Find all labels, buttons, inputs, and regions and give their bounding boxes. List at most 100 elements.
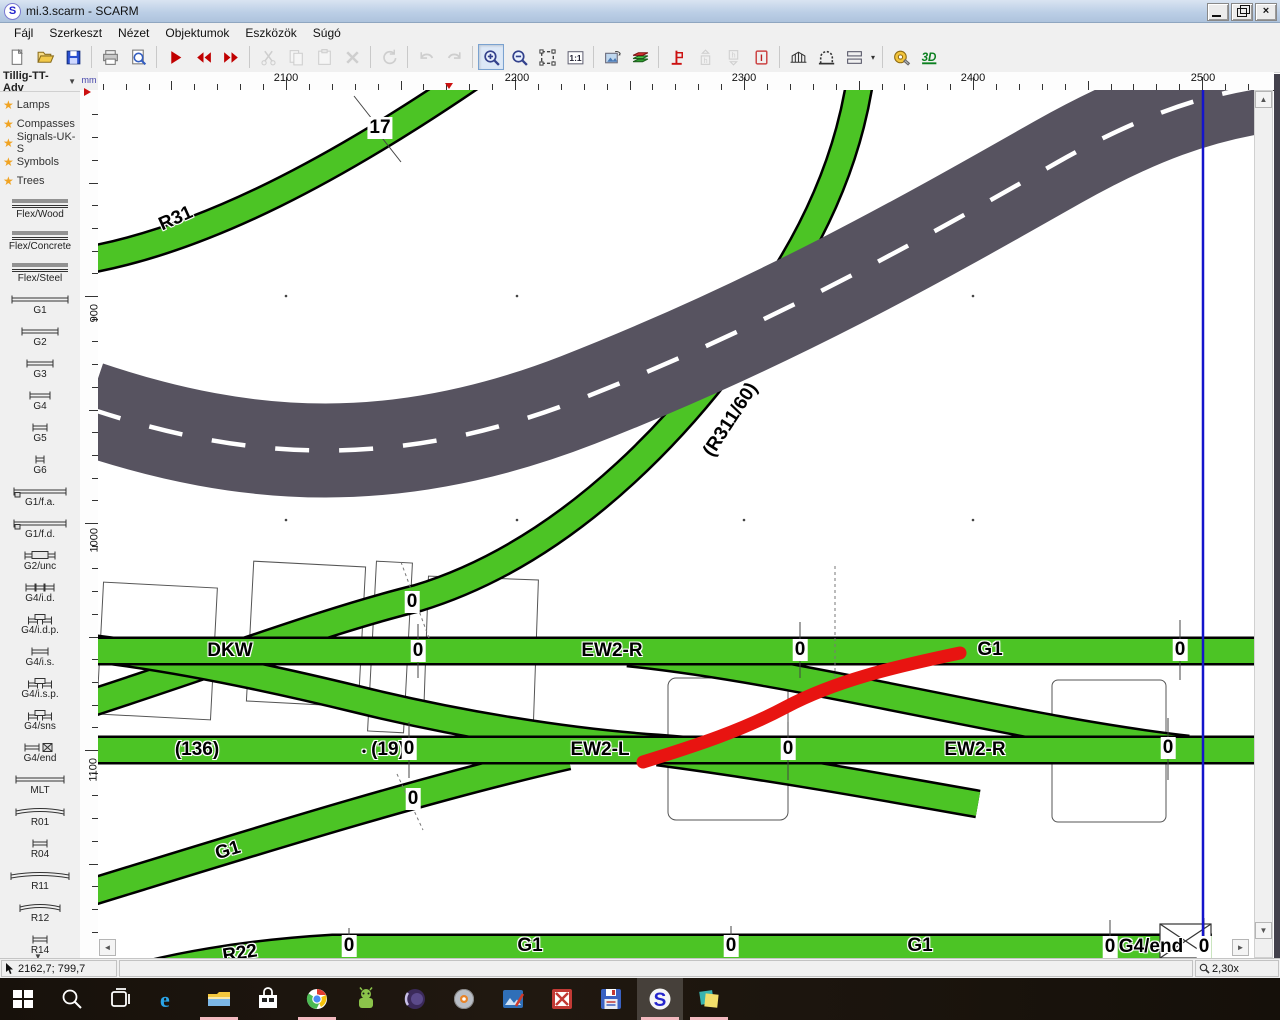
- layers-button[interactable]: [627, 44, 653, 70]
- sidebar-track-r11[interactable]: R11: [0, 870, 80, 900]
- height-up-button: h: [692, 44, 718, 70]
- taskbar-disc-burner[interactable]: [441, 978, 487, 1020]
- taskbar-sticky-notes[interactable]: [686, 978, 732, 1020]
- taskbar-file-explorer[interactable]: [196, 978, 242, 1020]
- taskbar-store[interactable]: [245, 978, 291, 1020]
- tunnel-button[interactable]: [813, 44, 839, 70]
- scroll-left-button[interactable]: ◄: [99, 939, 116, 956]
- ruler-tick: [85, 750, 98, 751]
- sidebar-item-symbols[interactable]: ★Symbols: [0, 152, 80, 171]
- sidebar-track-flex-steel[interactable]: Flex/Steel: [0, 262, 80, 292]
- heights-button[interactable]: [664, 44, 690, 70]
- step-forward-button[interactable]: [218, 44, 244, 70]
- start-button[interactable]: [162, 44, 188, 70]
- measure-button[interactable]: [888, 44, 914, 70]
- taskbar-photo-viewer[interactable]: [490, 978, 536, 1020]
- sidebar-track-g4-i-s-p-[interactable]: G4/i.s.p.: [0, 678, 80, 708]
- paste-button: [311, 44, 337, 70]
- ruler-tick: [859, 81, 860, 90]
- road[interactable]: [98, 90, 1254, 451]
- restore-button[interactable]: [1231, 3, 1253, 21]
- sidebar-track-g1-f-d-[interactable]: G1/f.d.: [0, 518, 80, 548]
- taskbar-edge[interactable]: e: [147, 978, 193, 1020]
- sidebar-track-g4-i-d-[interactable]: G4/i.d.: [0, 582, 80, 612]
- sidebar-track-g5[interactable]: G5: [0, 422, 80, 452]
- sidebar-track-flex-concrete[interactable]: Flex/Concrete: [0, 230, 80, 260]
- sidebar-item-signals-uk-s[interactable]: ★Signals-UK-S: [0, 133, 80, 152]
- scroll-down-button[interactable]: ▼: [1255, 922, 1272, 939]
- taskbar-start[interactable]: [0, 978, 46, 1020]
- ruler-label: 2300: [732, 72, 756, 84]
- sidebar-item-trees[interactable]: ★Trees: [0, 171, 80, 190]
- bridge-button[interactable]: [785, 44, 811, 70]
- taskbar-eclipse[interactable]: [392, 978, 438, 1020]
- sidebar-track-g3[interactable]: G3: [0, 358, 80, 388]
- sidebar-track-g4[interactable]: G4: [0, 390, 80, 420]
- sidebar-track-g4-sns[interactable]: G4/sns: [0, 710, 80, 740]
- sidebar-track-g1-f-a-[interactable]: G1/f.a.: [0, 486, 80, 516]
- zoom-1-1-button[interactable]: 1:1: [562, 44, 588, 70]
- zoom-out-button[interactable]: [506, 44, 532, 70]
- taskbar-scarm[interactable]: S: [637, 978, 683, 1020]
- print-preview-button[interactable]: [125, 44, 151, 70]
- text-note-button[interactable]: I: [748, 44, 774, 70]
- zoom-window-button[interactable]: [534, 44, 560, 70]
- menu-eszkozok[interactable]: Eszközök: [237, 24, 304, 42]
- sidebar-track-r04[interactable]: R04: [0, 838, 80, 868]
- magnifier-icon: [1199, 963, 1210, 974]
- taskbar-task-view[interactable]: [98, 978, 144, 1020]
- export-image-button[interactable]: [599, 44, 625, 70]
- taskbar-floppy-app[interactable]: [588, 978, 634, 1020]
- sidebar-item-lamps[interactable]: ★Lamps: [0, 95, 80, 114]
- sidebar-track-g2[interactable]: G2: [0, 326, 80, 356]
- track-g1-diagonal: [98, 756, 568, 893]
- taskbar-designer[interactable]: [539, 978, 585, 1020]
- vertical-scrollbar[interactable]: [1254, 90, 1273, 958]
- cut-button: [255, 44, 281, 70]
- track-name-label: EW2-R: [581, 640, 642, 662]
- view-3d-button[interactable]: 3D: [916, 44, 942, 70]
- layout-canvas[interactable]: 17R31(R311/60)0DKW0EW2-R0G10(136)●(19)0E…: [98, 90, 1254, 960]
- toolbar-separator: [91, 46, 92, 68]
- sidebar-track-g4-end[interactable]: G4/end: [0, 742, 80, 772]
- toolbar-separator: [370, 46, 371, 68]
- zoom-in-button[interactable]: [478, 44, 504, 70]
- menu-objektumok[interactable]: Objektumok: [157, 24, 237, 42]
- save-button[interactable]: [60, 44, 86, 70]
- menu-nezet[interactable]: Nézet: [110, 24, 157, 42]
- svg-text:h: h: [703, 55, 707, 64]
- sidebar-track-mlt[interactable]: MLT: [0, 774, 80, 804]
- sidebar-track-r12[interactable]: R12: [0, 902, 80, 932]
- taskbar-bluestacks[interactable]: [343, 978, 389, 1020]
- scroll-up-button[interactable]: ▲: [1255, 91, 1272, 108]
- sidebar-track-g6[interactable]: G6: [0, 454, 80, 484]
- library-selector[interactable]: Tillig-TT-Adv ▼: [0, 72, 80, 92]
- sidebar-track-g4-i-d-p-[interactable]: G4/i.d.p.: [0, 614, 80, 644]
- taskbar-chrome[interactable]: [294, 978, 340, 1020]
- track-name-label: EW2-L: [570, 739, 629, 761]
- roads-arrow-icon[interactable]: ▾: [868, 45, 878, 69]
- vertical-ruler: 90010001100: [80, 90, 99, 958]
- sidebar-track-g2-unc[interactable]: G2/unc: [0, 550, 80, 580]
- roads-button[interactable]: [841, 44, 867, 70]
- coordinates-text: 2162,7; 799,7: [18, 963, 85, 975]
- scroll-right-button[interactable]: ►: [1232, 939, 1249, 956]
- step-back-button[interactable]: [190, 44, 216, 70]
- menu-fajl[interactable]: Fájl: [6, 24, 41, 42]
- close-button[interactable]: ×: [1255, 3, 1277, 21]
- sidebar-track-g1[interactable]: G1: [0, 294, 80, 324]
- sidebar-track-g4-i-s-[interactable]: G4/i.s.: [0, 646, 80, 676]
- tracks[interactable]: [98, 90, 1254, 960]
- taskbar-search[interactable]: [49, 978, 95, 1020]
- open-button[interactable]: [32, 44, 58, 70]
- track-name-label: (19): [371, 739, 405, 761]
- print-button[interactable]: [97, 44, 123, 70]
- minimize-button[interactable]: [1207, 3, 1229, 21]
- track-length-badge: 0: [405, 591, 420, 613]
- sidebar-track-flex-wood[interactable]: Flex/Wood: [0, 198, 80, 228]
- new-button[interactable]: [4, 44, 30, 70]
- cursor-coordinates: 2162,7; 799,7: [1, 960, 117, 977]
- sidebar-track-r01[interactable]: R01: [0, 806, 80, 836]
- menu-szerkeszt[interactable]: Szerkeszt: [41, 24, 110, 42]
- menu-sugo[interactable]: Súgó: [305, 24, 349, 42]
